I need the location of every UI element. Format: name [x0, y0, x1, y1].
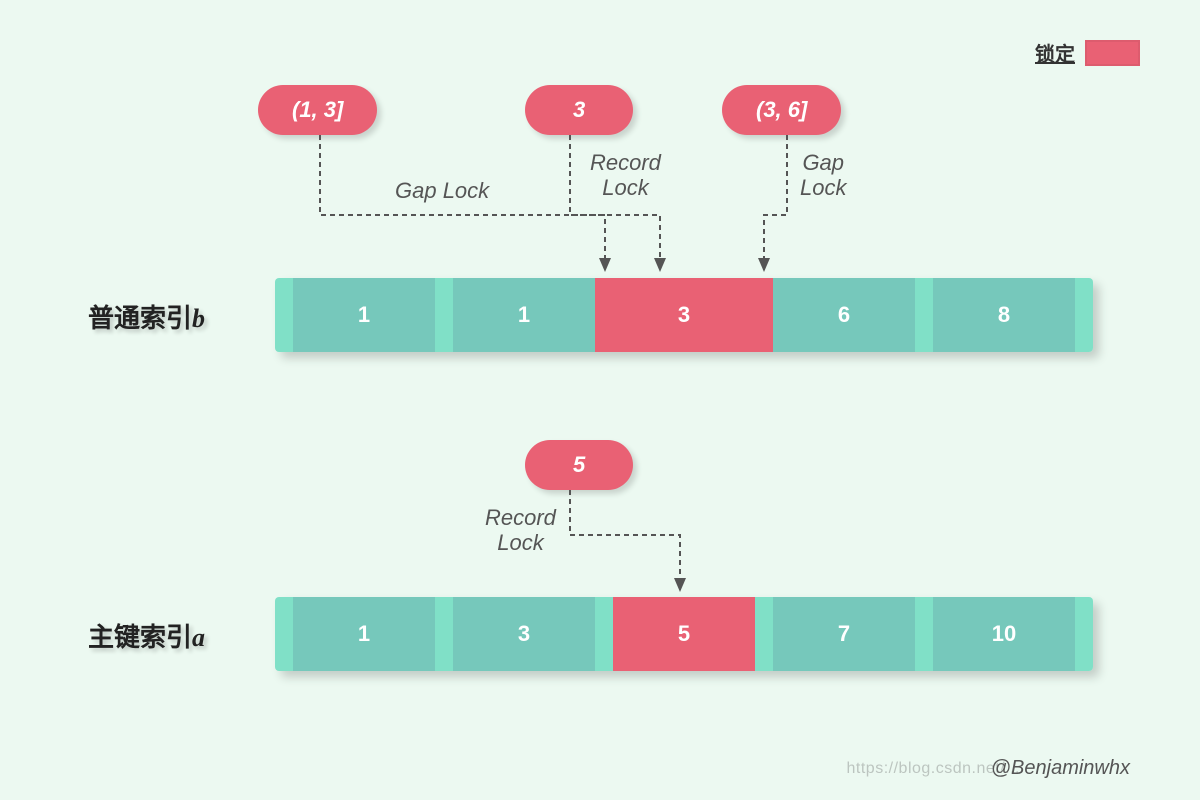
gap-a-1: [435, 597, 453, 671]
row-label-a: 主键索引a: [88, 617, 205, 654]
cell-b-2-locked: 3: [613, 278, 755, 352]
row-label-b-ident: b: [192, 304, 205, 333]
cell-a-3: 7: [773, 597, 915, 671]
row-label-b: 普通索引b: [88, 298, 205, 335]
gap-a-2: [595, 597, 613, 671]
gap-a-5: [1075, 597, 1093, 671]
gap-b-3-locked: [755, 278, 773, 352]
cell-b-1: 1: [453, 278, 595, 352]
cell-a-0: 1: [293, 597, 435, 671]
gap-b-1: [435, 278, 453, 352]
pill-value-3: 3: [525, 85, 633, 135]
pill-value-5: 5: [525, 440, 633, 490]
gap-a-4: [915, 597, 933, 671]
gap-a-0: [275, 597, 293, 671]
row-label-a-prefix: 主键索引: [88, 623, 192, 652]
pill-range-1-3: (1, 3]: [258, 85, 377, 135]
index-bar-a: 1 3 5 7 10: [275, 597, 1093, 671]
cell-a-1: 3: [453, 597, 595, 671]
cell-b-3: 6: [773, 278, 915, 352]
cell-b-4: 8: [933, 278, 1075, 352]
gap-lock-label-2: Gap Lock: [800, 150, 846, 201]
row-label-b-prefix: 普通索引: [88, 304, 192, 333]
gap-b-2-locked: [595, 278, 613, 352]
gap-lock-label-1: Gap Lock: [395, 178, 489, 203]
gap-a-3: [755, 597, 773, 671]
row-label-a-ident: a: [192, 623, 205, 652]
cell-a-2-locked: 5: [613, 597, 755, 671]
index-bar-b: 1 1 3 6 8: [275, 278, 1093, 352]
legend-label: 锁定: [1035, 38, 1075, 67]
gap-b-0: [275, 278, 293, 352]
legend: 锁定: [1035, 38, 1140, 67]
watermark-author: @Benjaminwhx: [991, 757, 1130, 780]
legend-swatch: [1085, 40, 1140, 66]
gap-b-4: [915, 278, 933, 352]
cell-a-4: 10: [933, 597, 1075, 671]
record-lock-label-1: Record Lock: [590, 150, 661, 201]
pill-range-3-6: (3, 6]: [722, 85, 841, 135]
record-lock-label-2: Record Lock: [485, 505, 556, 556]
cell-b-0: 1: [293, 278, 435, 352]
gap-b-5: [1075, 278, 1093, 352]
